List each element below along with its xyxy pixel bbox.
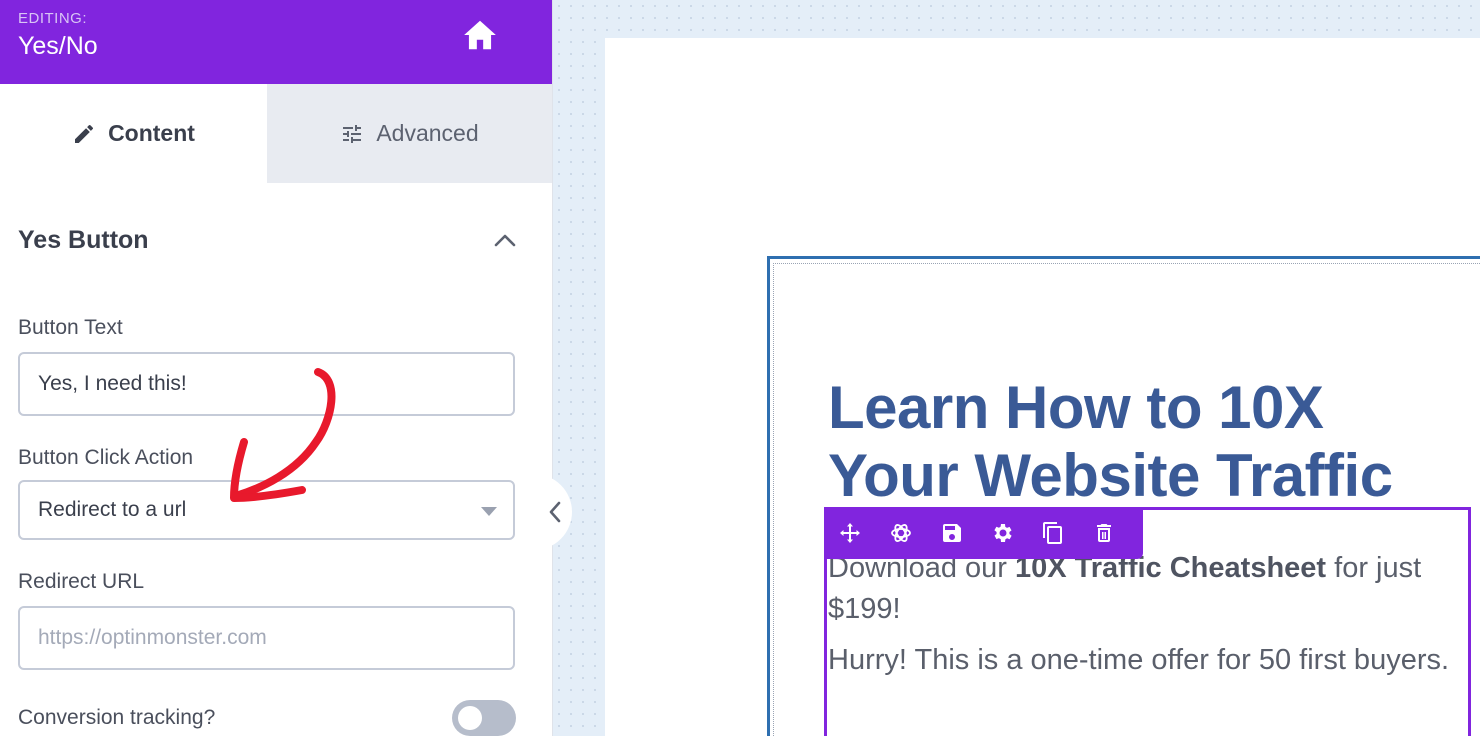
home-icon bbox=[464, 20, 496, 50]
caret-down-icon bbox=[481, 507, 497, 516]
conversion-tracking-label: Conversion tracking? bbox=[18, 706, 216, 729]
panel-tabs: Content Advanced bbox=[0, 84, 552, 183]
editor-sidebar: EDITING: Yes/No Content Advanced Yes But… bbox=[0, 0, 553, 736]
campaign-headline[interactable]: Learn How to 10X Your Website Traffic bbox=[828, 374, 1468, 510]
trash-icon bbox=[1097, 524, 1112, 542]
click-action-select[interactable]: Redirect to a url bbox=[18, 480, 515, 540]
button-text-label: Button Text bbox=[18, 316, 123, 339]
toggle-knob bbox=[458, 706, 482, 730]
section-collapse-button[interactable] bbox=[492, 230, 518, 250]
button-text-input[interactable]: Yes, I need this! bbox=[18, 352, 515, 416]
delete-button[interactable] bbox=[1092, 513, 1143, 553]
settings-icon bbox=[994, 524, 1013, 542]
ai-button[interactable] bbox=[889, 513, 940, 553]
conversion-tracking-toggle[interactable] bbox=[452, 700, 516, 736]
editing-label: EDITING: bbox=[18, 10, 88, 27]
settings-button[interactable] bbox=[990, 513, 1041, 553]
redirect-url-input[interactable]: https://optinmonster.com bbox=[18, 606, 515, 670]
duplicate-button[interactable] bbox=[1041, 513, 1092, 553]
editor-header: EDITING: Yes/No bbox=[0, 0, 552, 84]
redirect-url-label: Redirect URL bbox=[18, 570, 145, 593]
ai-icon bbox=[890, 524, 911, 542]
pencil-icon bbox=[75, 124, 94, 143]
section-title: Yes Button bbox=[18, 226, 149, 254]
redirect-url-placeholder: https://optinmonster.com bbox=[38, 626, 267, 649]
duplicate-icon bbox=[1043, 522, 1063, 544]
save-button[interactable] bbox=[940, 513, 991, 553]
editing-title: Yes/No bbox=[18, 32, 98, 60]
move-icon bbox=[840, 523, 860, 543]
click-action-label: Button Click Action bbox=[18, 446, 194, 469]
tab-content-label: Content bbox=[108, 120, 195, 146]
move-button[interactable] bbox=[838, 513, 889, 553]
block-toolbar bbox=[824, 507, 1143, 559]
chevron-up-icon bbox=[494, 234, 516, 247]
home-button[interactable] bbox=[460, 16, 504, 56]
save-icon bbox=[942, 524, 961, 542]
tab-content[interactable]: Content bbox=[0, 84, 267, 183]
tab-advanced-label: Advanced bbox=[376, 120, 479, 146]
click-action-value: Redirect to a url bbox=[38, 498, 187, 521]
button-text-value: Yes, I need this! bbox=[38, 372, 187, 395]
paragraph-urgency: Hurry! This is a one-time offer for 50 f… bbox=[828, 644, 1450, 676]
tab-advanced[interactable]: Advanced bbox=[267, 84, 552, 183]
sliders-icon bbox=[343, 124, 362, 143]
chevron-left-icon bbox=[549, 501, 561, 523]
paragraph-offer: Download our 10X Traffic Cheatsheet for … bbox=[828, 548, 1468, 630]
